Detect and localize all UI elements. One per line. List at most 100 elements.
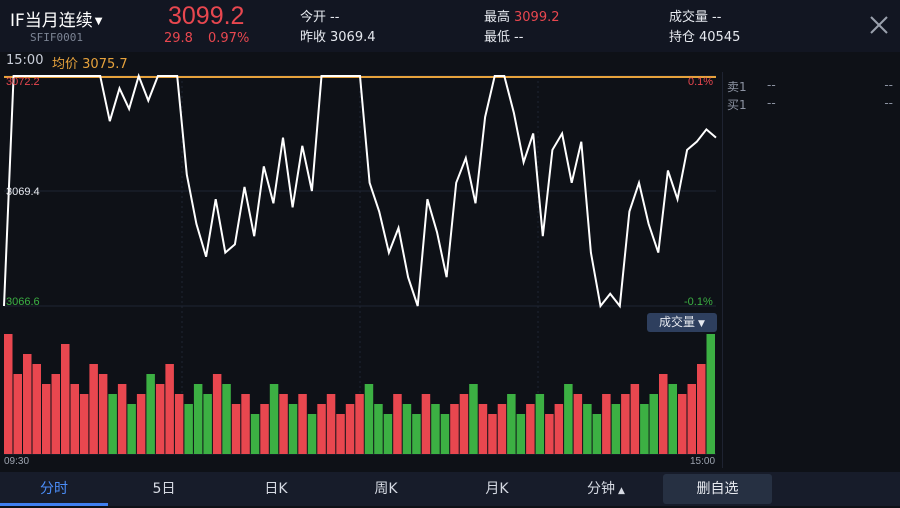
ask-1-qty: -- (884, 78, 893, 92)
price-change-pct: 0.97% (208, 31, 250, 46)
volume-bar (488, 414, 497, 454)
volume-bar (374, 404, 383, 454)
volume-bar (554, 404, 564, 454)
volume-bar (440, 414, 450, 454)
volume-bar (364, 384, 374, 454)
volume-bar (345, 404, 355, 454)
volume-bar (535, 394, 545, 454)
tab-monthly-k[interactable]: 月K (443, 472, 551, 506)
volume-bar (146, 374, 155, 454)
volume-bar (61, 344, 70, 454)
chevron-up-icon: ▲ (618, 486, 625, 496)
open-value: -- (330, 10, 340, 25)
volume-bar (583, 404, 592, 454)
average-price-label: 均价 (52, 57, 79, 72)
volume-bar (630, 384, 640, 454)
tab-monthly-k-label: 月K (485, 481, 509, 497)
tab-weekly-k[interactable]: 周K (332, 472, 440, 506)
tab-5day-label: 5日 (152, 481, 176, 497)
remove-favorite-button[interactable]: 删自选 (663, 474, 772, 504)
volume-bar (412, 414, 421, 454)
volume-bar (250, 414, 260, 454)
volume-bar (269, 384, 279, 454)
prev-close-label: 昨收 (300, 30, 327, 45)
remove-favorite-label: 删自选 (696, 481, 739, 497)
volume-label: 成交量 (669, 10, 709, 25)
volume-bar (203, 394, 212, 454)
volume-bar (706, 334, 715, 454)
volume-bar (136, 394, 146, 454)
volume-bar (668, 384, 677, 454)
current-time: 15:00 (6, 53, 44, 68)
price-change: 29.8 (164, 31, 193, 46)
high-stat: 最高 3099.2 (484, 6, 560, 25)
volume-value: -- (712, 10, 722, 25)
volume-bar (298, 394, 307, 454)
price-axis-bottom: 3066.6 (6, 296, 40, 308)
close-icon[interactable] (866, 12, 892, 38)
low-value: -- (514, 30, 524, 45)
volume-bar (697, 364, 706, 454)
bid-1-label: 买1 (727, 98, 747, 112)
volume-bar (89, 364, 98, 454)
volume-bar (155, 384, 165, 454)
volume-bar (545, 414, 554, 454)
tab-minute[interactable]: 分钟 ▲ (552, 472, 660, 506)
volume-bar (649, 394, 658, 454)
tab-daily-k[interactable]: 日K (222, 472, 330, 506)
volume-indicator-button[interactable]: 成交量 ▼ (647, 313, 717, 332)
ask-1-label: 卖1 (727, 80, 747, 94)
volume-bar (79, 394, 89, 454)
pct-axis-bottom: -0.1% (684, 296, 713, 308)
volume-bar (51, 374, 60, 454)
low-stat: 最低 -- (484, 26, 523, 45)
tab-5day[interactable]: 5日 (110, 472, 218, 506)
volume-bar (592, 414, 602, 454)
last-price: 3099.2 (168, 2, 245, 30)
volume-bar (469, 384, 478, 454)
tab-minute-label: 分钟 (587, 481, 616, 497)
pct-axis-top: 0.1% (688, 76, 714, 88)
volume-indicator-label: 成交量 (659, 315, 696, 329)
volume-bar (165, 364, 174, 454)
volume-bar (621, 394, 630, 454)
time-axis-end: 15:00 (690, 456, 716, 467)
volume-bar (659, 374, 668, 454)
volume-bar (478, 404, 488, 454)
tab-intraday-label: 分时 (40, 481, 68, 497)
volume-bar (459, 394, 469, 454)
volume-bar (687, 384, 696, 454)
tab-daily-k-label: 日K (264, 481, 288, 497)
chevron-down-icon: ▼ (94, 15, 103, 27)
open-interest-value: 40545 (699, 30, 741, 45)
quote-header: IF当月连续 ▼ SFIF0001 3099.2 29.8 0.97% 今开 -- … (0, 0, 900, 52)
volume-bar (108, 394, 117, 454)
time-axis-start: 09:30 (4, 456, 30, 467)
intraday-chart[interactable]: 3072.2 3069.4 3066.6 0.1% -0.1% (0, 72, 720, 468)
volume-bar (212, 374, 222, 454)
volume-bar (260, 404, 269, 454)
open-label: 今开 (300, 10, 327, 25)
volume-bar (602, 394, 611, 454)
volume-stat: 成交量 -- (669, 6, 721, 25)
price-axis-mid: 3069.4 (6, 186, 40, 198)
bid-1-row: 买1 -- -- (727, 96, 897, 113)
price-axis-top: 3072.2 (6, 76, 40, 88)
chevron-down-icon: ▼ (698, 319, 705, 329)
volume-bar (42, 384, 51, 454)
volume-bar (507, 394, 516, 454)
prev-close-value: 3069.4 (330, 30, 376, 45)
chart-subheader: 15:00 均价 3075.7 (0, 52, 720, 72)
volume-bar (231, 404, 241, 454)
volume-bar (526, 404, 535, 454)
volume-bar (4, 334, 13, 454)
volume-bar (640, 404, 649, 454)
volume-bar (127, 404, 136, 454)
volume-bar (32, 364, 41, 454)
volume-bar (307, 414, 317, 454)
volume-bar (450, 404, 459, 454)
open-interest-stat: 持仓 40545 (669, 26, 740, 45)
volume-bar (431, 404, 440, 454)
contract-title-dropdown[interactable]: IF当月连续 ▼ (10, 6, 103, 31)
tab-intraday[interactable]: 分时 (0, 472, 108, 506)
